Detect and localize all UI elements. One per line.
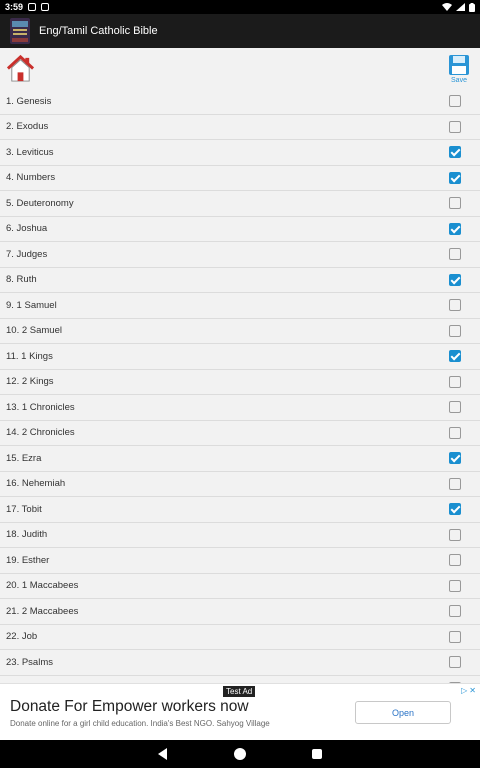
book-row[interactable]: 20. 1 Maccabees bbox=[0, 573, 480, 599]
book-label: 16. Nehemiah bbox=[6, 478, 66, 490]
book-label: 17. Tobit bbox=[6, 503, 42, 515]
book-row[interactable]: 6. Joshua bbox=[0, 216, 480, 242]
save-button[interactable]: Save bbox=[447, 54, 471, 86]
book-label: 18. Judith bbox=[6, 529, 48, 541]
book-row[interactable]: 18. Judith bbox=[0, 522, 480, 548]
book-label: 23. Psalms bbox=[6, 656, 53, 668]
book-row[interactable]: 8. Ruth bbox=[0, 267, 480, 293]
app-title: Eng/Tamil Catholic Bible bbox=[39, 25, 158, 37]
toolbar: Save bbox=[0, 48, 480, 90]
book-label: 11. 1 Kings bbox=[6, 350, 53, 362]
book-checkbox[interactable] bbox=[449, 477, 461, 490]
book-checkbox[interactable] bbox=[449, 579, 461, 592]
book-row[interactable]: 17. Tobit bbox=[0, 497, 480, 523]
status-time: 3:59 bbox=[5, 2, 24, 12]
book-row[interactable]: 21. 2 Maccabees bbox=[0, 599, 480, 625]
book-checkbox[interactable] bbox=[449, 95, 461, 108]
book-row[interactable]: 11. 1 Kings bbox=[0, 344, 480, 370]
book-checkbox[interactable] bbox=[449, 222, 461, 235]
book-row[interactable]: 2. Exodus bbox=[0, 114, 480, 140]
wifi-icon bbox=[442, 3, 452, 11]
book-checkbox[interactable] bbox=[449, 452, 461, 465]
book-checkbox[interactable] bbox=[449, 350, 461, 363]
ad-open-button[interactable]: Open bbox=[355, 701, 451, 724]
book-label: 15. Ezra bbox=[6, 452, 42, 464]
back-icon[interactable] bbox=[158, 748, 167, 760]
book-row[interactable]: 22. Job bbox=[0, 624, 480, 650]
book-row[interactable]: 7. Judges bbox=[0, 242, 480, 268]
signal-icon bbox=[456, 3, 465, 11]
book-label: 22. Job bbox=[6, 631, 38, 643]
book-row[interactable]: 15. Ezra bbox=[0, 446, 480, 472]
ad-choices[interactable]: ▷ ✕ bbox=[461, 686, 476, 695]
home-nav-icon[interactable] bbox=[234, 748, 246, 760]
book-row[interactable]: 14. 2 Chronicles bbox=[0, 420, 480, 446]
book-label: 8. Ruth bbox=[6, 274, 37, 286]
book-label: 7. Judges bbox=[6, 248, 48, 260]
ad-subtitle[interactable]: Donate online for a girl child education… bbox=[10, 719, 270, 728]
book-label: 6. Joshua bbox=[6, 223, 48, 235]
ad-close-icon[interactable]: ✕ bbox=[469, 686, 476, 695]
book-row[interactable]: 9. 1 Samuel bbox=[0, 293, 480, 319]
book-row[interactable]: 5. Deuteronomy bbox=[0, 191, 480, 217]
save-label: Save bbox=[451, 77, 467, 84]
book-label: 1. Genesis bbox=[6, 95, 52, 107]
book-row[interactable]: 1. Genesis bbox=[0, 89, 480, 115]
book-checkbox[interactable] bbox=[449, 426, 461, 439]
book-row[interactable]: 3. Leviticus bbox=[0, 140, 480, 166]
book-checkbox[interactable] bbox=[449, 528, 461, 541]
book-label: 20. 1 Maccabees bbox=[6, 580, 79, 592]
book-label: 9. 1 Samuel bbox=[6, 299, 57, 311]
ad-title[interactable]: Donate For Empower workers now bbox=[10, 698, 249, 716]
book-checkbox[interactable] bbox=[449, 171, 461, 184]
ad-banner[interactable]: Test Ad ▷ ✕ Donate For Empower workers n… bbox=[0, 683, 480, 740]
book-checkbox[interactable] bbox=[449, 605, 461, 618]
book-label: 10. 2 Samuel bbox=[6, 325, 62, 337]
book-checkbox[interactable] bbox=[449, 120, 461, 133]
book-checkbox[interactable] bbox=[449, 554, 461, 567]
ad-info-icon[interactable]: ▷ bbox=[461, 686, 467, 695]
book-checkbox[interactable] bbox=[449, 401, 461, 414]
book-checkbox[interactable] bbox=[449, 299, 461, 312]
book-label: 13. 1 Chronicles bbox=[6, 401, 75, 413]
app-bar: Eng/Tamil Catholic Bible bbox=[0, 14, 480, 48]
book-label: 2. Exodus bbox=[6, 121, 49, 133]
notification-icon bbox=[28, 3, 37, 11]
book-checkbox[interactable] bbox=[449, 656, 461, 669]
book-label: 14. 2 Chronicles bbox=[6, 427, 75, 439]
notification-icon bbox=[41, 3, 50, 11]
book-label: 5. Deuteronomy bbox=[6, 197, 74, 209]
book-label: 3. Leviticus bbox=[6, 146, 54, 158]
book-checkbox[interactable] bbox=[449, 324, 461, 337]
battery-icon bbox=[469, 2, 475, 12]
book-checkbox[interactable] bbox=[449, 630, 461, 643]
book-row[interactable]: 23. Psalms bbox=[0, 650, 480, 676]
book-checkbox[interactable] bbox=[449, 503, 461, 516]
book-row[interactable]: 4. Numbers bbox=[0, 165, 480, 191]
book-checkbox[interactable] bbox=[449, 197, 461, 210]
home-icon[interactable] bbox=[6, 54, 35, 83]
book-list: 1. Genesis 2. Exodus 3. Leviticus 4. Number… bbox=[0, 89, 480, 683]
ad-tag: Test Ad bbox=[223, 686, 256, 697]
book-label: 12. 2 Kings bbox=[6, 376, 54, 388]
book-label: 19. Esther bbox=[6, 554, 50, 566]
book-row[interactable]: 24. Proverbs bbox=[0, 675, 480, 683]
status-bar: 3:59 bbox=[0, 0, 480, 14]
book-checkbox[interactable] bbox=[449, 375, 461, 388]
book-checkbox[interactable] bbox=[449, 248, 461, 261]
navigation-bar bbox=[0, 740, 480, 768]
bible-app-icon bbox=[10, 18, 30, 44]
floppy-disk-icon bbox=[449, 55, 469, 75]
book-row[interactable]: 10. 2 Samuel bbox=[0, 318, 480, 344]
book-row[interactable]: 13. 1 Chronicles bbox=[0, 395, 480, 421]
book-checkbox[interactable] bbox=[449, 273, 461, 286]
book-row[interactable]: 19. Esther bbox=[0, 548, 480, 574]
book-label: 21. 2 Maccabees bbox=[6, 605, 79, 617]
book-row[interactable]: 12. 2 Kings bbox=[0, 369, 480, 395]
book-checkbox[interactable] bbox=[449, 146, 461, 159]
book-label: 4. Numbers bbox=[6, 172, 56, 184]
recents-icon[interactable] bbox=[312, 749, 322, 759]
book-row[interactable]: 16. Nehemiah bbox=[0, 471, 480, 497]
